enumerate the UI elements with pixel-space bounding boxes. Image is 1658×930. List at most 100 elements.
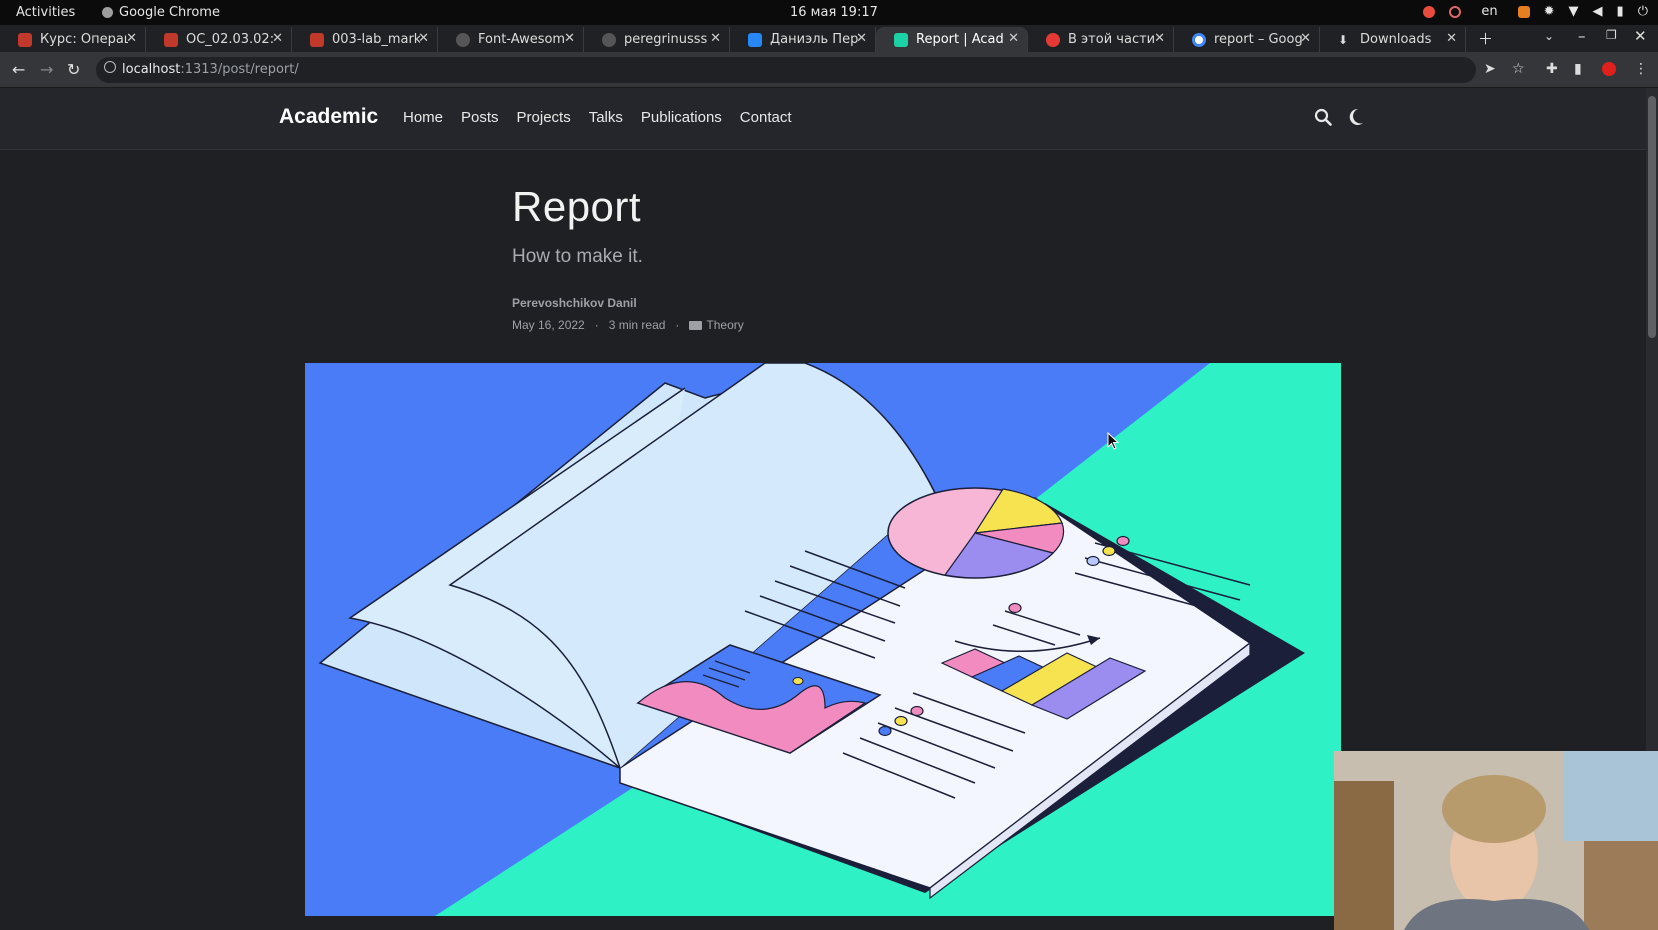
tab-favicon-icon bbox=[310, 32, 324, 47]
featured-image bbox=[305, 363, 1341, 916]
tab-close-icon[interactable]: ✕ bbox=[126, 31, 137, 46]
tab[interactable]: report – Google✕ bbox=[1174, 27, 1320, 52]
close-window-button[interactable]: ✕ bbox=[1634, 27, 1647, 45]
tab-title: В этой части р bbox=[1068, 32, 1156, 47]
post-title: Report bbox=[512, 183, 642, 230]
tab-title: report – Google bbox=[1214, 32, 1302, 47]
tab-close-icon[interactable]: ✕ bbox=[710, 31, 721, 46]
profile-avatar-icon[interactable] bbox=[1602, 62, 1616, 80]
github-icon bbox=[456, 32, 470, 47]
post-author[interactable]: Perevoshchikov Danil bbox=[512, 296, 637, 310]
tab[interactable]: peregrinusss (✕ bbox=[584, 27, 730, 52]
post-meta: May 16, 2022 · 3 min read · Theory bbox=[512, 318, 744, 332]
side-panel-icon[interactable]: ▮ bbox=[1574, 61, 1582, 77]
tab-title: Font-Awesome bbox=[478, 32, 566, 47]
screen-recorder-icon[interactable] bbox=[1423, 5, 1436, 18]
address-bar[interactable]: localhost:1313/post/report/ bbox=[96, 57, 1476, 83]
tab[interactable]: ОС_02.03.02: Э✕ bbox=[146, 27, 292, 52]
update-icon[interactable] bbox=[1517, 5, 1530, 18]
vk-icon bbox=[748, 32, 762, 47]
mouse-cursor-icon bbox=[1107, 432, 1119, 450]
download-icon: ⬇ bbox=[1338, 32, 1349, 47]
tab-close-icon[interactable]: ✕ bbox=[418, 31, 429, 46]
post-category[interactable]: Theory bbox=[689, 318, 744, 332]
tab-favicon-icon bbox=[164, 32, 178, 47]
sync-icon[interactable] bbox=[1449, 5, 1462, 18]
browser-toolbar: ← → ↻ localhost:1313/post/report/ ➤ ☆ ✚ … bbox=[0, 52, 1658, 88]
folder-icon bbox=[689, 321, 703, 330]
tab-favicon-icon bbox=[1046, 32, 1060, 47]
google-icon bbox=[1192, 32, 1206, 47]
power-icon[interactable]: ⏻ bbox=[1638, 4, 1648, 19]
site-brand[interactable]: Academic bbox=[279, 105, 378, 129]
github-icon bbox=[602, 32, 616, 47]
tab[interactable]: ⬇ Downloads ✕ bbox=[1320, 27, 1466, 52]
tab-close-icon[interactable]: ✕ bbox=[564, 31, 575, 46]
tab[interactable]: Курс: Операци✕ bbox=[0, 27, 146, 52]
post-date: May 16, 2022 bbox=[512, 318, 585, 332]
tab[interactable]: Даниэль Пере ✕ bbox=[730, 27, 876, 52]
os-top-bar: Activities Google Chrome 16 мая 19:17 en… bbox=[0, 0, 1658, 25]
app-name-label: Google Chrome bbox=[119, 5, 220, 20]
new-tab-button[interactable]: ＋ bbox=[1478, 28, 1493, 49]
keyboard-language-indicator[interactable]: en bbox=[1481, 4, 1497, 19]
site-info-icon[interactable] bbox=[104, 61, 116, 73]
tab-title: Даниэль Пере bbox=[770, 32, 858, 47]
chrome-menu-icon[interactable]: ⋮ bbox=[1634, 61, 1648, 77]
tab[interactable]: В этой части р✕ bbox=[1028, 27, 1174, 52]
tab[interactable]: 003-lab_markd ✕ bbox=[292, 27, 438, 52]
extensions-icon[interactable]: ✚ bbox=[1546, 61, 1558, 77]
url-path: :1313/post/report/ bbox=[180, 62, 299, 77]
app-menu[interactable]: Google Chrome bbox=[102, 5, 220, 20]
bookmark-star-icon[interactable]: ☆ bbox=[1512, 61, 1525, 77]
academic-icon bbox=[894, 32, 908, 47]
webcam-feed-image bbox=[1334, 751, 1658, 930]
site-menu: Home Posts Projects Talks Publications C… bbox=[403, 109, 792, 126]
search-icon[interactable] bbox=[1314, 108, 1332, 126]
nav-projects[interactable]: Projects bbox=[517, 109, 571, 126]
tab-title: Downloads bbox=[1360, 32, 1432, 47]
tab-close-icon[interactable]: ✕ bbox=[1446, 31, 1457, 46]
tab-close-icon[interactable]: ✕ bbox=[272, 31, 283, 46]
brightness-icon[interactable]: ✹ bbox=[1544, 4, 1555, 19]
nav-contact[interactable]: Contact bbox=[740, 109, 792, 126]
volume-icon[interactable]: ◀ bbox=[1593, 4, 1603, 19]
tab[interactable]: Font-Awesome ✕ bbox=[438, 27, 584, 52]
back-button[interactable]: ← bbox=[12, 60, 25, 79]
meta-separator: · bbox=[675, 318, 680, 332]
nav-talks[interactable]: Talks bbox=[589, 109, 623, 126]
site-navbar: Academic Home Posts Projects Talks Publi… bbox=[0, 88, 1646, 150]
clock[interactable]: 16 мая 19:17 bbox=[790, 5, 878, 20]
minimize-button[interactable]: – bbox=[1578, 27, 1586, 45]
tab-title: peregrinusss ( bbox=[624, 32, 712, 47]
tab-close-icon[interactable]: ✕ bbox=[1008, 31, 1019, 46]
reading-time: 3 min read bbox=[608, 318, 666, 332]
chrome-icon bbox=[102, 7, 113, 18]
tab-title: ОС_02.03.02: Э bbox=[186, 32, 274, 47]
microphone-icon[interactable]: ▮ bbox=[1617, 4, 1624, 19]
system-tray: en ✹ ▼ ◀ ▮ ⏻ bbox=[1423, 4, 1648, 19]
scrollbar-thumb[interactable] bbox=[1648, 96, 1656, 338]
forward-button[interactable]: → bbox=[40, 60, 53, 79]
tab-search-icon[interactable]: ⌄ bbox=[1544, 29, 1554, 43]
tab-close-icon[interactable]: ✕ bbox=[1154, 31, 1165, 46]
tab-title: Курс: Операци bbox=[40, 32, 128, 47]
tab-title: Report | Acade bbox=[916, 32, 1004, 47]
tab-favicon-icon bbox=[18, 32, 32, 47]
activities-button[interactable]: Activities bbox=[16, 5, 75, 20]
moon-icon[interactable] bbox=[1348, 108, 1364, 126]
maximize-button[interactable]: ❐ bbox=[1606, 28, 1617, 42]
post-subtitle: How to make it. bbox=[512, 246, 643, 267]
category-label: Theory bbox=[706, 318, 744, 332]
nav-posts[interactable]: Posts bbox=[461, 109, 499, 126]
wifi-icon[interactable]: ▼ bbox=[1569, 4, 1579, 19]
tab-strip: Курс: Операци✕ ОС_02.03.02: Э✕ 003-lab_m… bbox=[0, 25, 1658, 52]
nav-publications[interactable]: Publications bbox=[641, 109, 722, 126]
reload-button[interactable]: ↻ bbox=[67, 60, 80, 79]
tab-close-icon[interactable]: ✕ bbox=[1300, 31, 1311, 46]
tab-active[interactable]: Report | Acade ✕ bbox=[876, 27, 1028, 52]
tab-title: 003-lab_markd bbox=[332, 32, 420, 47]
tab-close-icon[interactable]: ✕ bbox=[856, 31, 867, 46]
send-icon[interactable]: ➤ bbox=[1484, 61, 1496, 77]
nav-home[interactable]: Home bbox=[403, 109, 443, 126]
